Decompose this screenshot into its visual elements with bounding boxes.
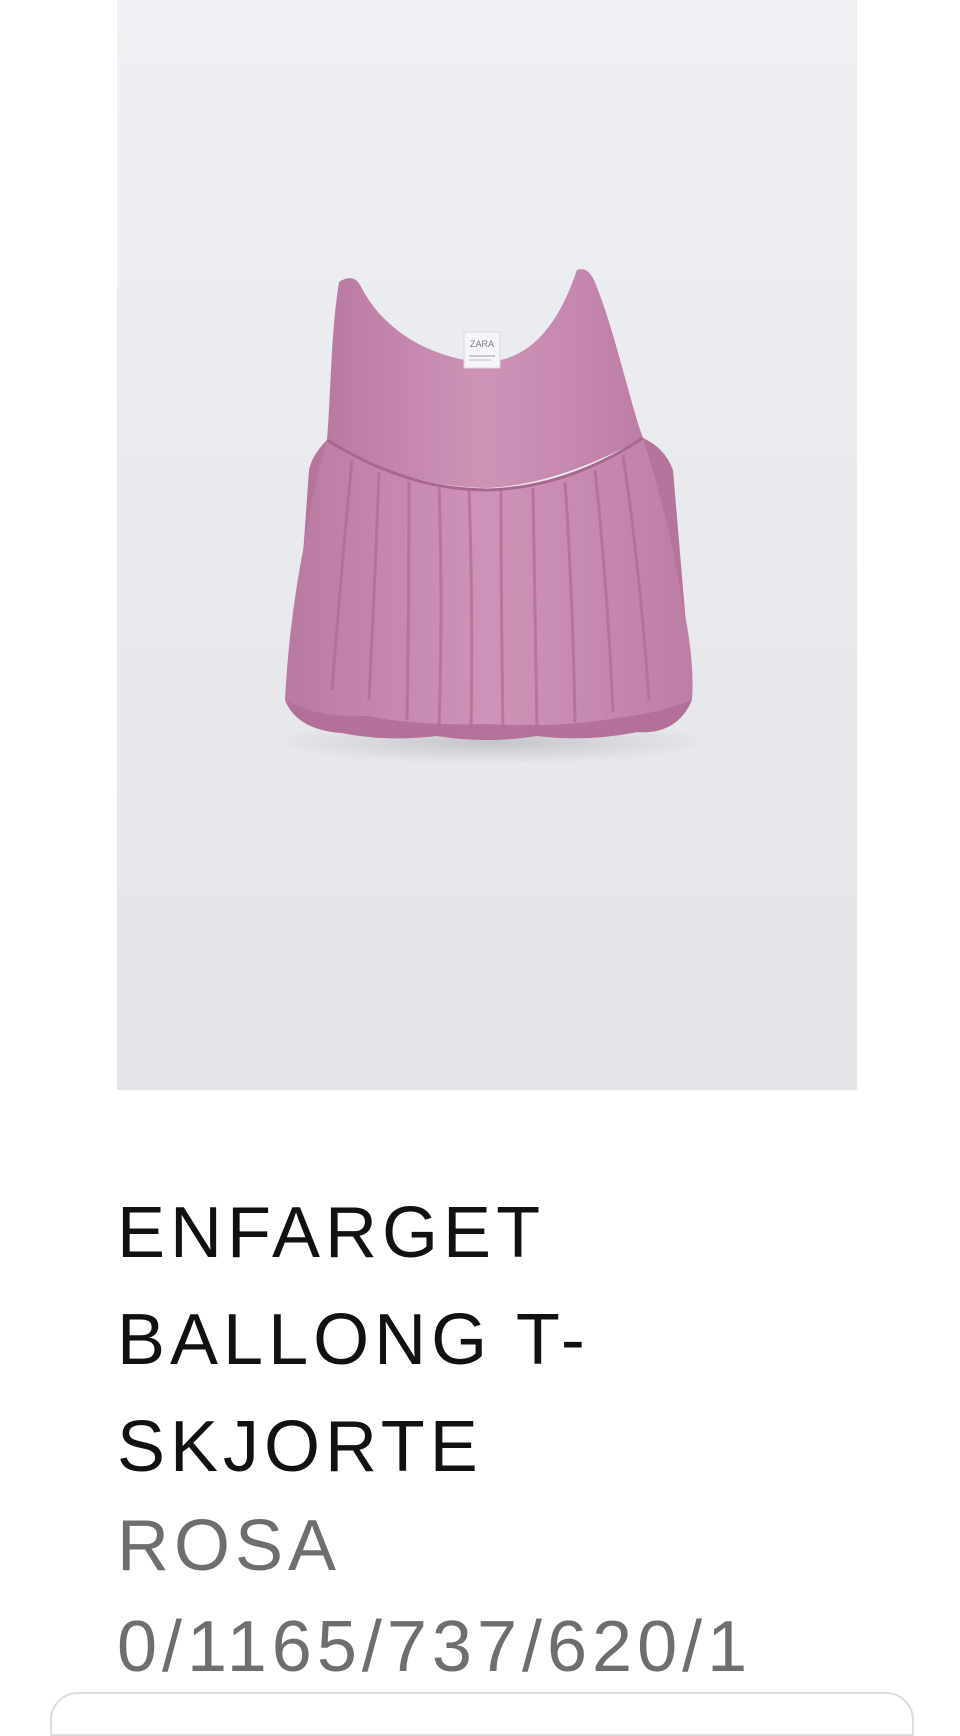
pink-top-illustration: ZARA [272,269,712,764]
product-reference: 0/1165/737/620/1 [117,1607,753,1687]
product-color: ROSA [117,1506,342,1586]
brand-label: ZARA [470,339,494,349]
product-info: ENFARGET BALLONG T-SKJORTE ROSA 0/1165/7… [117,1180,897,1701]
bottom-sheet-edge[interactable] [50,1692,914,1736]
product-image[interactable]: ZARA [117,0,857,1090]
product-name: ENFARGET BALLONG T-SKJORTE [117,1193,590,1487]
